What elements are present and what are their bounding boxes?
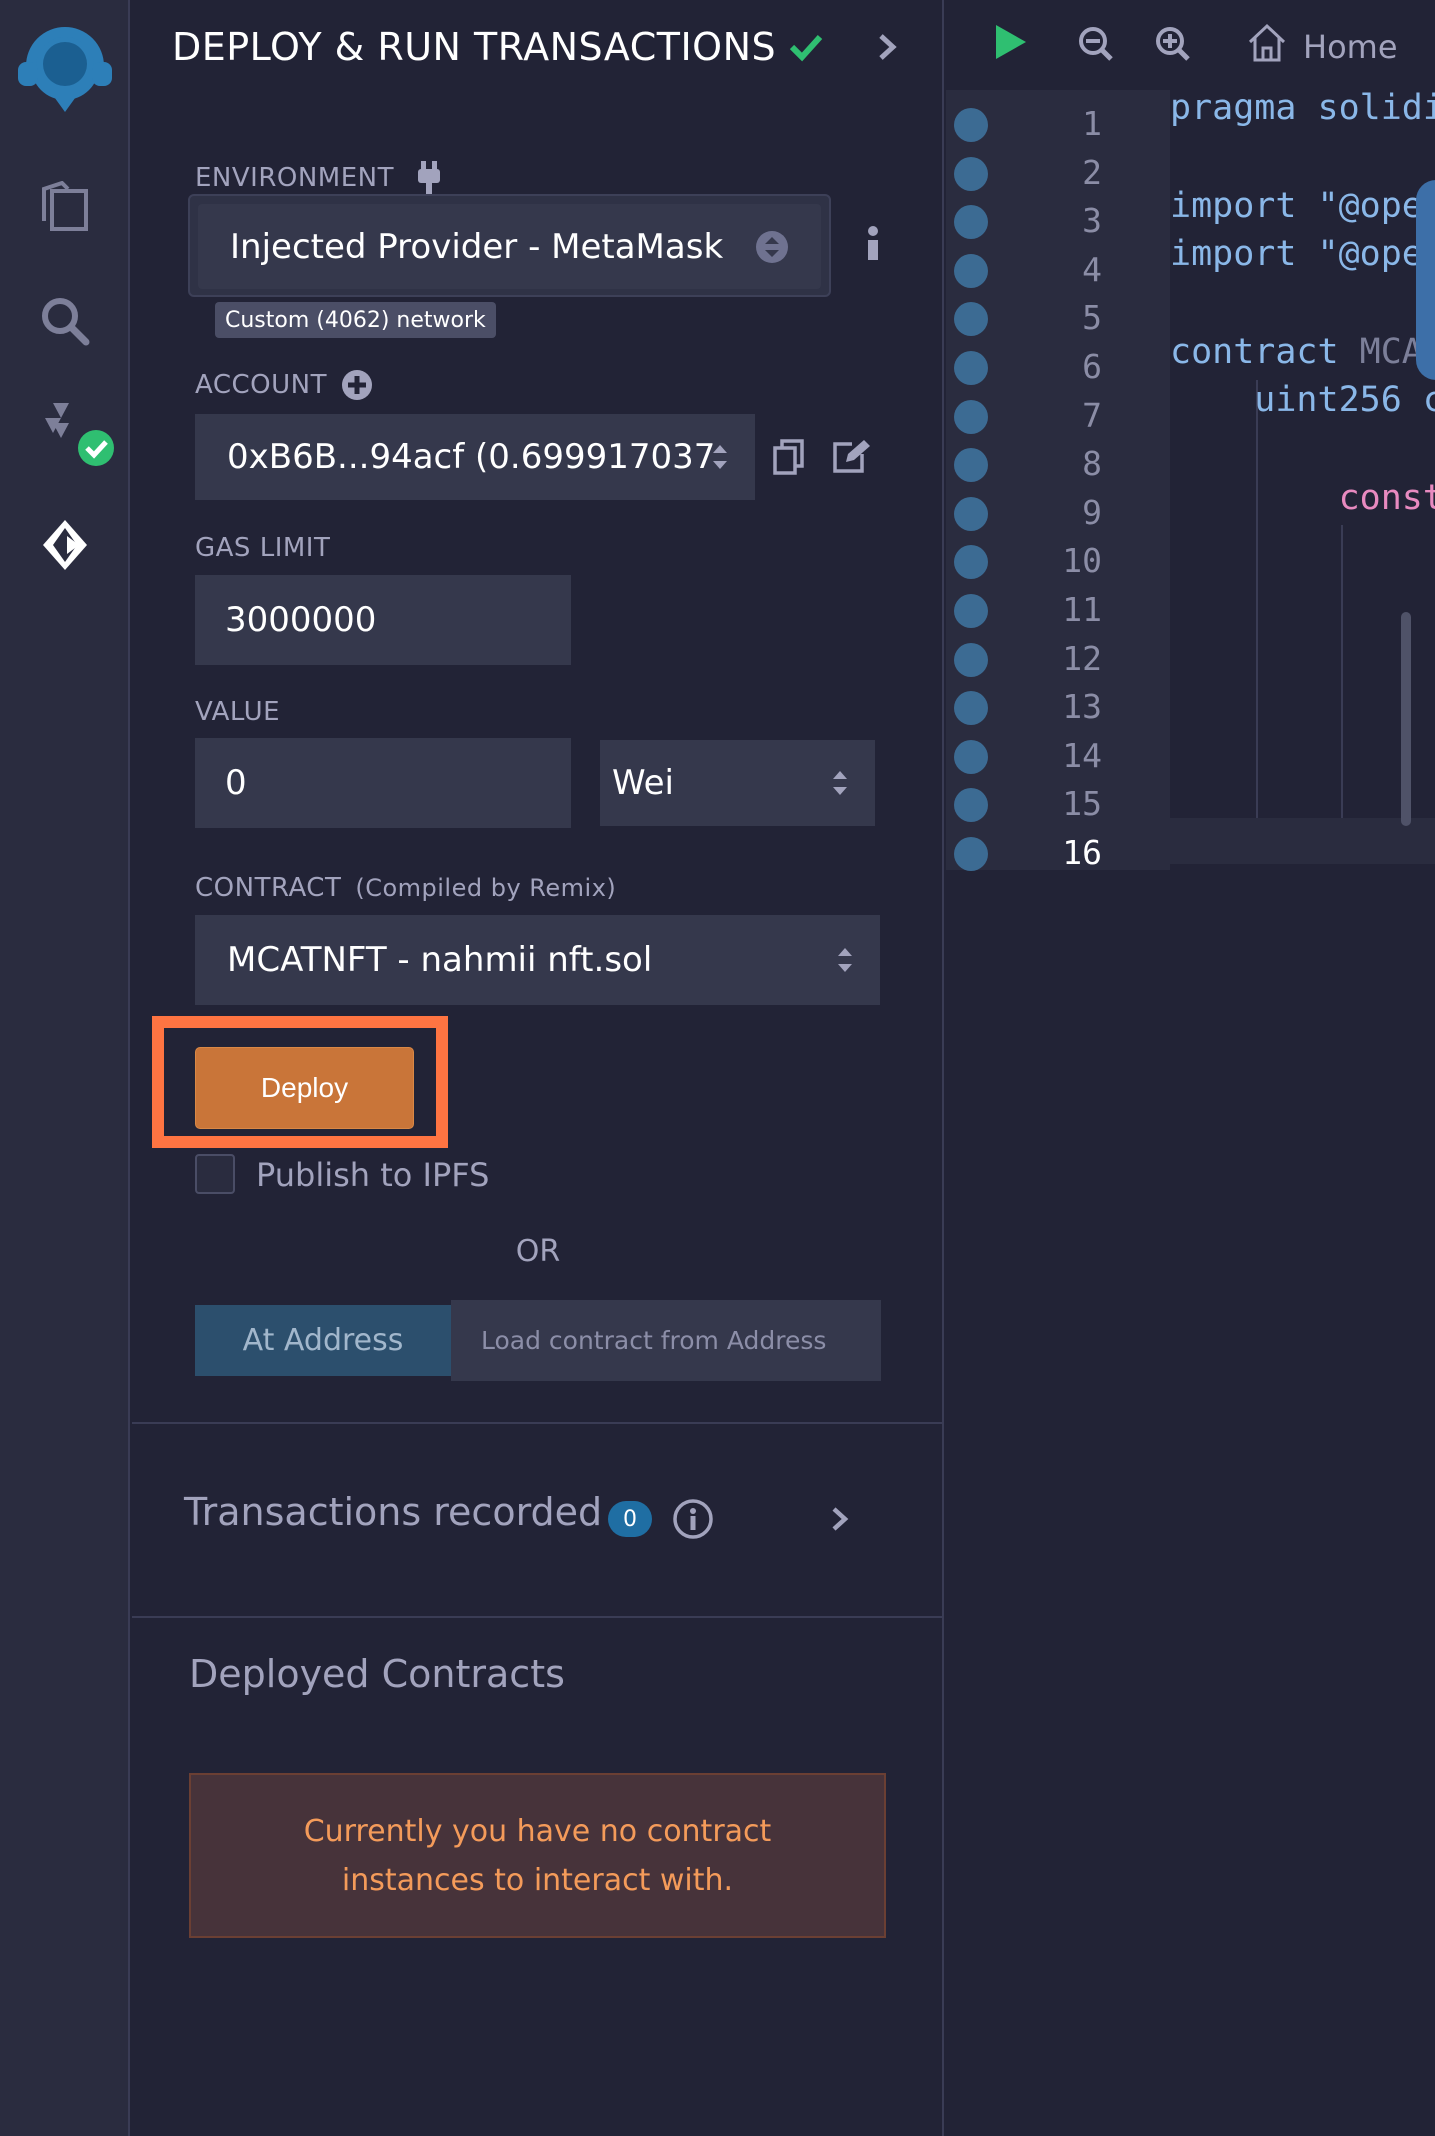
updown-arrows-icon [713, 445, 727, 469]
code-line[interactable]: const [1170, 478, 1435, 518]
code-line[interactable]: contract MCAT [1170, 332, 1435, 372]
deploy-panel: DEPLOY & RUN TRANSACTIONS ENVIRONMENT In… [132, 0, 944, 2136]
run-script-icon[interactable] [990, 22, 1030, 62]
account-label: ACCOUNT [195, 370, 327, 400]
deployed-contracts-label: Deployed Contracts [189, 1652, 565, 1696]
contract-select[interactable]: MCATNFT - nahmii nft.sol [195, 915, 880, 1005]
line-number: 7 [1082, 395, 1102, 435]
avatar [1416, 180, 1435, 380]
contract-label-row: CONTRACT (Compiled by Remix) [195, 873, 616, 903]
home-icon[interactable] [1246, 22, 1288, 64]
updown-arrows-icon [838, 948, 852, 972]
deploy-run-icon[interactable] [30, 510, 100, 580]
line-number: 12 [1062, 638, 1102, 678]
updown-arrows-icon [833, 771, 847, 795]
transactions-count-badge: 0 [608, 1501, 652, 1537]
line-number: 9 [1082, 492, 1102, 532]
editor-scrollbar[interactable] [1401, 612, 1411, 826]
zoom-in-icon[interactable] [1155, 26, 1191, 62]
value-label: VALUE [195, 697, 281, 727]
value-input[interactable]: 0 [195, 738, 571, 828]
line-number: 8 [1082, 444, 1102, 484]
line-number: 6 [1082, 347, 1102, 386]
line-number: 16 [1062, 833, 1102, 872]
line-number: 13 [1062, 687, 1102, 727]
edit-icon[interactable] [832, 438, 872, 474]
publish-ipfs-checkbox[interactable] [195, 1154, 235, 1194]
copy-icon[interactable] [772, 438, 806, 476]
account-select[interactable]: 0xB6B...94acf (0.699917037 [195, 414, 755, 500]
environment-select[interactable]: Injected Provider - MetaMask [198, 204, 821, 289]
at-address-button[interactable]: At Address [195, 1305, 451, 1376]
gas-limit-input[interactable]: 3000000 [195, 575, 571, 665]
current-line-highlight [1170, 818, 1435, 864]
environment-label: ENVIRONMENT [195, 163, 395, 193]
indent-guide [1341, 525, 1343, 864]
select-arrows-icon [756, 231, 788, 263]
plus-circle-icon[interactable] [341, 369, 373, 401]
solidity-compiler-icon[interactable] [30, 398, 120, 468]
deploy-button[interactable]: Deploy [195, 1047, 414, 1129]
indent-guide [1256, 380, 1258, 864]
keyword: contract [1170, 332, 1360, 372]
divider [132, 1616, 944, 1618]
network-badge: Custom (4062) network [215, 302, 496, 338]
environment-select-frame: Injected Provider - MetaMask [188, 194, 831, 297]
line-number: 4 [1082, 249, 1102, 289]
environment-value: Injected Provider - MetaMask [230, 226, 724, 267]
line-number: 1 [1082, 104, 1102, 143]
info-circle-icon[interactable] [672, 1498, 714, 1540]
line-number: 3 [1082, 201, 1102, 241]
divider [132, 1422, 944, 1424]
value-unit: Wei [612, 763, 674, 803]
no-instances-alert: Currently you have no contract instances… [189, 1773, 886, 1938]
search-icon[interactable] [30, 286, 100, 356]
editor-pane: Home 1 2 3 4 5 6 7 8 9 10 11 12 13 14 15 16 pragma soli… [946, 0, 1435, 2136]
compiled-by-label: (Compiled by Remix) [355, 874, 617, 902]
file-explorer-icon[interactable] [30, 172, 100, 242]
zoom-out-icon[interactable] [1078, 26, 1114, 62]
or-divider: OR [515, 1234, 561, 1269]
environment-label-row: ENVIRONMENT [195, 159, 446, 197]
line-number: 14 [1062, 735, 1102, 775]
publish-ipfs-label: Publish to IPFS [256, 1156, 490, 1194]
contract-label: CONTRACT [195, 873, 342, 903]
home-tab-label[interactable]: Home [1303, 28, 1398, 66]
line-number: 10 [1062, 541, 1102, 581]
plug-icon [418, 161, 441, 195]
chevron-right-icon[interactable] [828, 1504, 852, 1534]
account-value: 0xB6B...94acf (0.699917037 [227, 437, 716, 477]
panel-header: DEPLOY & RUN TRANSACTIONS [172, 22, 824, 72]
info-icon[interactable] [865, 226, 881, 262]
code-line[interactable]: pragma solidi [1170, 88, 1435, 128]
line-number: 2 [1082, 152, 1102, 192]
alert-line: instances to interact with. [341, 1862, 734, 1898]
alert-line: Currently you have no contract [303, 1813, 772, 1849]
panel-title: DEPLOY & RUN TRANSACTIONS [172, 25, 777, 69]
contract-value: MCATNFT - nahmii nft.sol [227, 940, 653, 980]
code-line[interactable]: import "@oper [1170, 234, 1435, 274]
code-line[interactable]: uint256 c [1170, 380, 1435, 420]
code-line[interactable]: import "@oper [1170, 186, 1435, 226]
account-label-row: ACCOUNT [195, 369, 373, 401]
chevron-right-icon[interactable] [872, 30, 902, 64]
editor-gutter: 1 2 3 4 5 6 7 8 9 10 11 12 13 14 15 16 [946, 90, 1170, 872]
remix-logo-icon[interactable] [10, 20, 120, 120]
check-icon [790, 34, 823, 62]
transactions-recorded-label[interactable]: Transactions recorded [184, 1490, 602, 1534]
gas-limit-label: GAS LIMIT [195, 533, 331, 563]
address-input[interactable]: Load contract from Address [451, 1300, 881, 1381]
line-number: 11 [1062, 590, 1102, 629]
icon-panel [0, 0, 130, 2136]
line-number: 5 [1082, 298, 1102, 338]
value-unit-select[interactable]: Wei [600, 740, 875, 826]
line-number: 15 [1062, 784, 1102, 824]
